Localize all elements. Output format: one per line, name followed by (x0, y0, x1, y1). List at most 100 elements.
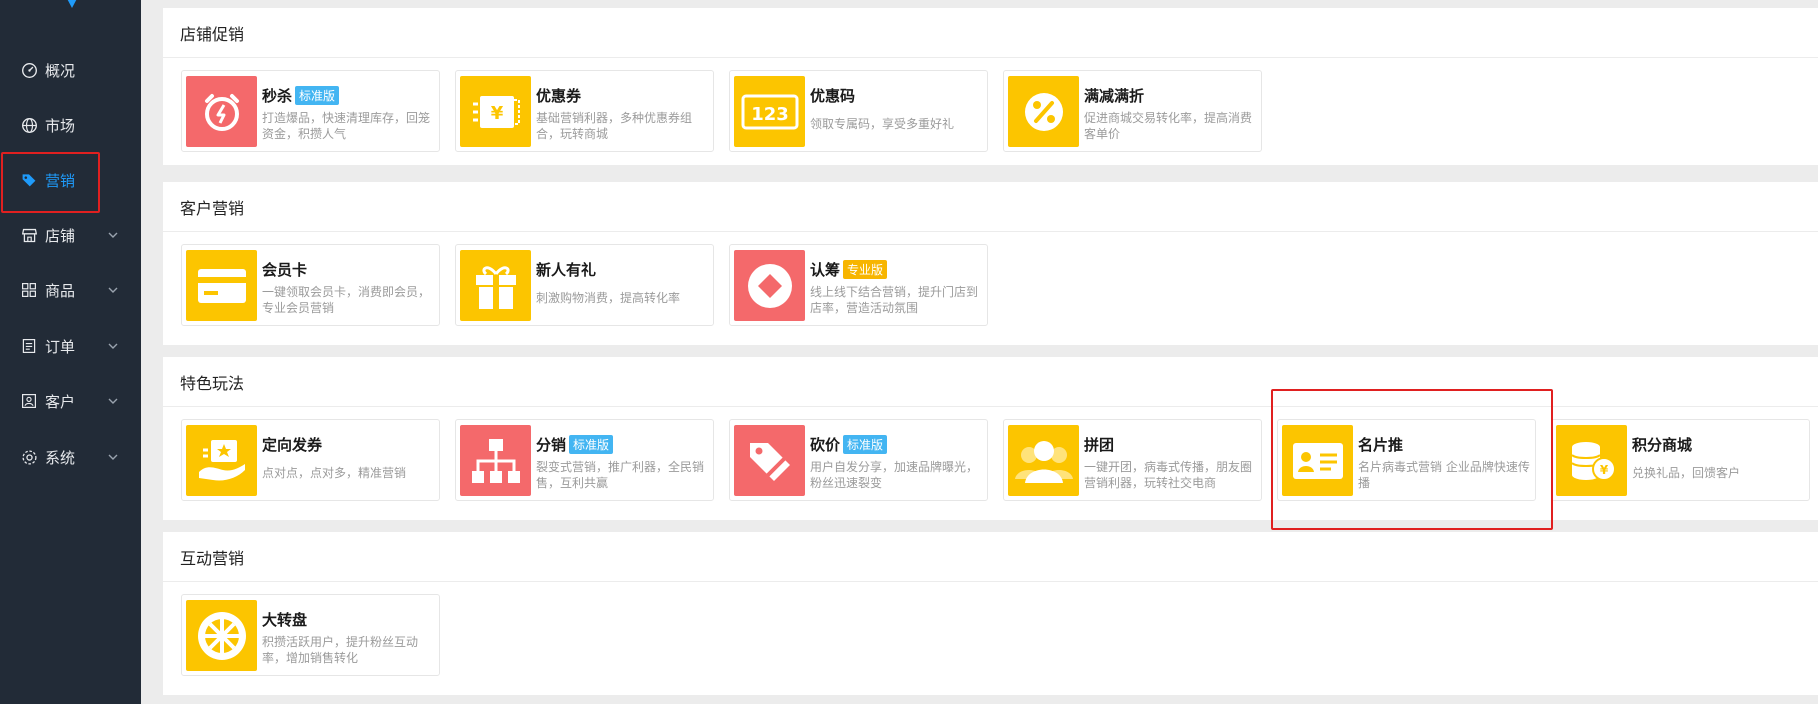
coupon-icon: ¥ (460, 76, 531, 147)
sidebar-item-label: 订单 (45, 337, 76, 356)
card-member-card[interactable]: 会员卡 一键领取会员卡，消费即会员，专业会员营销 (181, 244, 440, 326)
percent-icon (1008, 76, 1079, 147)
globe-icon (20, 116, 38, 134)
sidebar-item-customers[interactable]: 客户 (0, 373, 141, 429)
list-icon (20, 337, 38, 355)
card-title: 认筹 专业版 (810, 259, 888, 280)
wheel-icon (186, 600, 257, 671)
sidebar-item-system[interactable]: 系统 (0, 429, 141, 485)
svg-text:123: 123 (751, 104, 789, 125)
card-points-mall[interactable]: ¥ 积分商城 兑换礼品，回馈客户 (1551, 419, 1810, 501)
card-description: 促进商城交易转化率，提高消费客单价 (1084, 111, 1253, 141)
alarm-clock-icon (186, 76, 257, 147)
card-title: 拼团 (1084, 436, 1115, 454)
sidebar-item-label: 系统 (45, 448, 76, 467)
sidebar-item-store[interactable]: 店铺 (0, 207, 141, 263)
gift-icon (460, 250, 531, 321)
card-title: 分销 标准版 (536, 434, 614, 455)
edition-badge: 标准版 (295, 86, 340, 105)
section-store-promotion: 店铺促销 秒杀 标准版 打造爆品，快速清理库存，回笼资金，积攒人气 ¥ 优惠券 基… (163, 8, 1818, 165)
tag-icon (20, 171, 38, 189)
sidebar-item-label: 商品 (45, 281, 76, 300)
sidebar-item-label: 概况 (45, 61, 76, 80)
store-icon (20, 226, 38, 244)
card-new-user-gift[interactable]: 新人有礼 刺激购物消费，提高转化率 (455, 244, 714, 326)
chevron-down-icon (108, 343, 118, 349)
divider (163, 231, 1818, 232)
card-description: 一键开团，病毒式传播，朋友圈营销利器，玩转社交电商 (1084, 460, 1253, 490)
chevron-down-icon (108, 398, 118, 404)
user-card-icon (20, 392, 38, 410)
card-pre-sale[interactable]: 认筹 专业版 线上线下结合营销，提升门店到店率，营造活动氛围 (729, 244, 988, 326)
edition-badge: 标准版 (569, 435, 614, 454)
card-title: 秒杀 标准版 (262, 85, 340, 106)
card-title: 满减满折 (1084, 87, 1145, 105)
card-title: 大转盘 (262, 611, 308, 629)
divider (163, 581, 1818, 582)
chevron-down-icon (108, 454, 118, 460)
svg-text:¥: ¥ (490, 103, 503, 124)
card-distribution[interactable]: 分销 标准版 裂变式营销，推广利器，全民销售，互利共赢 (455, 419, 714, 501)
coins-icon: ¥ (1556, 425, 1627, 496)
highlight-box (1271, 389, 1553, 530)
sidebar-item-marketing[interactable]: 营销 (0, 152, 141, 213)
chevron-down-icon (108, 287, 118, 293)
edition-badge: 专业版 (843, 260, 888, 279)
sidebar: 概况 市场 营销 店铺 商品 订单 客户 系统 (0, 0, 141, 704)
sidebar-item-market[interactable]: 市场 (0, 97, 141, 153)
card-title: 积分商城 (1632, 436, 1693, 454)
card-description: 刺激购物消费，提高转化率 (536, 291, 681, 305)
card-title: 新人有礼 (536, 261, 597, 279)
price-tag-cut-icon (734, 425, 805, 496)
card-title: 会员卡 (262, 261, 308, 279)
section-customer-marketing: 客户营销 会员卡 一键领取会员卡，消费即会员，专业会员营销 新人有礼 刺激购物消… (163, 182, 1818, 345)
card-flash-sale[interactable]: 秒杀 标准版 打造爆品，快速清理库存，回笼资金，积攒人气 (181, 70, 440, 152)
card-title: 优惠码 (810, 87, 856, 105)
svg-text:¥: ¥ (1599, 463, 1608, 477)
section-title: 互动营销 (180, 549, 245, 568)
card-promo-code[interactable]: 123 优惠码 领取专属码，享受多重好礼 (729, 70, 988, 152)
sidebar-item-label: 营销 (45, 171, 76, 190)
section-title: 客户营销 (180, 199, 245, 218)
card-description: 积攒活跃用户，提升粉丝互动率，增加销售转化 (262, 635, 419, 665)
sidebar-item-overview[interactable]: 概况 (0, 42, 141, 98)
sidebar-item-label: 店铺 (45, 226, 76, 245)
logo-icon (67, 0, 77, 8)
divider (163, 406, 1818, 407)
group-users-icon (1008, 425, 1079, 496)
card-title: 优惠券 (536, 87, 582, 105)
card-description: 领取专属码，享受多重好礼 (810, 117, 955, 131)
card-description: 基础营销利器，多种优惠券组合，玩转商城 (536, 111, 693, 141)
section-title: 特色玩法 (180, 374, 245, 393)
grid-icon (20, 281, 38, 299)
chevron-down-icon (108, 232, 118, 238)
card-description: 点对点，点对多，精准营销 (262, 466, 407, 480)
card-description: 一键领取会员卡，消费即会员，专业会员营销 (262, 285, 431, 315)
hierarchy-icon (460, 425, 531, 496)
card-bargain[interactable]: 砍价 标准版 用户自发分享，加速品牌曝光，粉丝迅速裂变 (729, 419, 988, 501)
card-coupon[interactable]: ¥ 优惠券 基础营销利器，多种优惠券组合，玩转商城 (455, 70, 714, 152)
card-group-buy[interactable]: 拼团 一键开团，病毒式传播，朋友圈营销利器，玩转社交电商 (1003, 419, 1262, 501)
card-targeted-coupon[interactable]: 定向发券 点对点，点对多，精准营销 (181, 419, 440, 501)
sidebar-item-label: 市场 (45, 116, 76, 135)
card-full-reduction[interactable]: 满减满折 促进商城交易转化率，提高消费客单价 (1003, 70, 1262, 152)
section-title: 店铺促销 (180, 25, 245, 44)
card-lucky-wheel[interactable]: 大转盘 积攒活跃用户，提升粉丝互动率，增加销售转化 (181, 594, 440, 676)
sidebar-item-products[interactable]: 商品 (0, 262, 141, 318)
card-description: 线上线下结合营销，提升门店到店率，营造活动氛围 (810, 285, 979, 315)
hand-coupon-icon (186, 425, 257, 496)
card-description: 用户自发分享，加速品牌曝光，粉丝迅速裂变 (810, 460, 979, 490)
gauge-icon (20, 61, 38, 79)
edition-badge: 标准版 (843, 435, 888, 454)
card-title: 砍价 标准版 (810, 434, 888, 455)
section-interactive-marketing: 互动营销 大转盘 积攒活跃用户，提升粉丝互动率，增加销售转化 (163, 532, 1818, 695)
card-icon (186, 250, 257, 321)
section-featured-play: 特色玩法 定向发券 点对点，点对多，精准营销 分销 标准版 裂变式营销，推广利器，… (163, 357, 1818, 520)
divider (163, 57, 1818, 58)
gear-icon (20, 448, 38, 466)
sidebar-item-orders[interactable]: 订单 (0, 318, 141, 374)
card-description: 裂变式营销，推广利器，全民销售，互利共赢 (536, 460, 705, 490)
sidebar-item-label: 客户 (45, 392, 76, 411)
code-123-icon: 123 (734, 76, 805, 147)
card-description: 打造爆品，快速清理库存，回笼资金，积攒人气 (262, 111, 431, 141)
